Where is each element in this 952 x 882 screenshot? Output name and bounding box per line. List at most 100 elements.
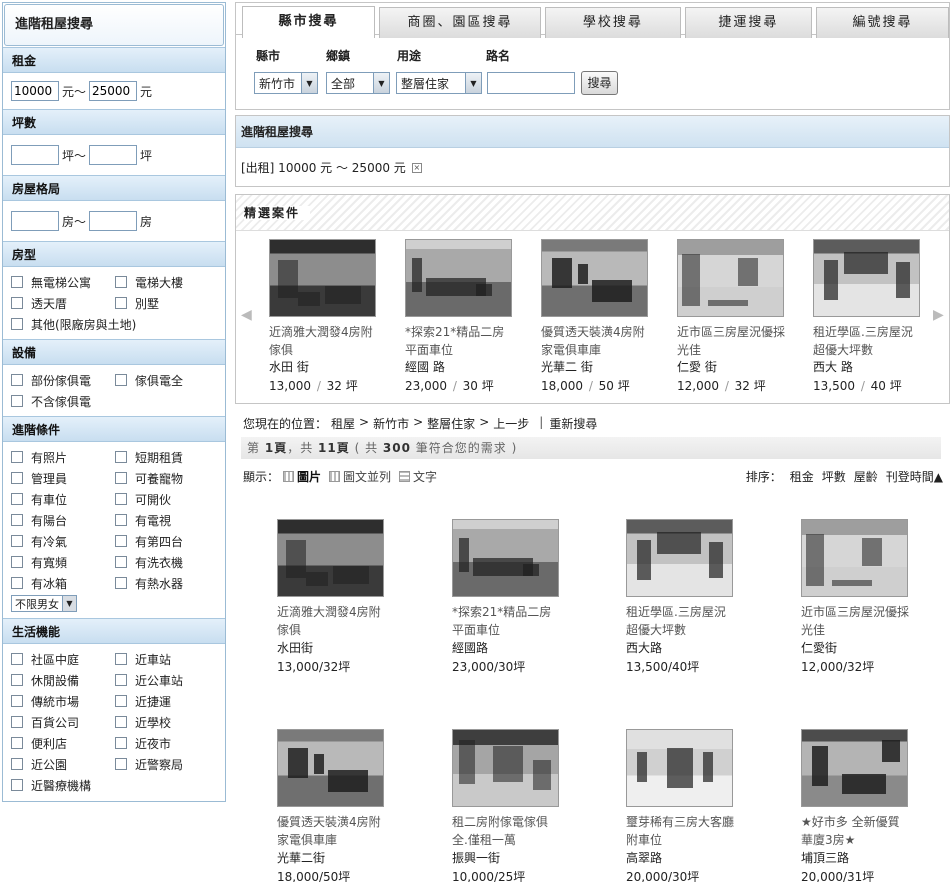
filter-checkbox[interactable]: 近夜市 — [115, 734, 219, 752]
type-checkbox[interactable]: 透天厝 — [11, 294, 115, 312]
filter-checkbox[interactable]: 社區中庭 — [11, 650, 115, 668]
listing-photo[interactable] — [405, 239, 512, 317]
sort-date[interactable]: 刊登時間▲ — [886, 468, 943, 485]
listing-title-link[interactable]: 璽芽稀有三房大客廳附車位 — [626, 813, 736, 849]
filter-checkbox[interactable]: 有冷氣 — [11, 532, 115, 550]
remove-condition-icon[interactable]: × — [411, 162, 422, 173]
filter-checkbox[interactable]: 有寬頻 — [11, 553, 115, 571]
road-input[interactable] — [487, 72, 575, 94]
town-select[interactable]: 全部 ▼ — [326, 72, 390, 94]
rent-min-input[interactable] — [11, 81, 59, 101]
checkbox-icon[interactable] — [115, 493, 127, 505]
listing-card[interactable]: 租二房附傢電傢俱全.僅租一萬 振興一街 10,000/25坪 — [452, 729, 562, 882]
checkbox-icon[interactable] — [11, 514, 23, 526]
breadcrumb-item[interactable]: 新竹市 — [373, 415, 409, 432]
featured-title-link[interactable]: 近滴雅大潤發4房附傢俱 — [269, 323, 377, 359]
listing-photo[interactable] — [541, 239, 648, 317]
listing-card[interactable]: 優質透天裝潢4房附家電俱車庫 光華二街 18,000/50坪 — [277, 729, 387, 882]
checkbox-icon[interactable] — [11, 674, 23, 686]
county-select[interactable]: 新竹市 ▼ — [254, 72, 318, 94]
checkbox-icon[interactable] — [11, 556, 23, 568]
checkbox-icon[interactable] — [115, 535, 127, 547]
tab-school-search[interactable]: 學校搜尋 — [544, 7, 681, 38]
listing-photo[interactable] — [801, 729, 908, 807]
checkbox-icon[interactable] — [11, 493, 23, 505]
filter-checkbox[interactable]: 百貨公司 — [11, 713, 115, 731]
listing-photo[interactable] — [452, 519, 559, 597]
furniture-checkbox[interactable]: 傢俱電全 — [115, 371, 219, 389]
listing-photo[interactable] — [269, 239, 376, 317]
breadcrumb-back-link[interactable]: 上一步 — [493, 415, 529, 432]
checkbox-icon[interactable] — [11, 395, 23, 407]
filter-checkbox[interactable]: 有熱水器 — [115, 574, 219, 592]
breadcrumb-item[interactable]: 整層住家 — [427, 415, 475, 432]
listing-photo[interactable] — [626, 729, 733, 807]
checkbox-icon[interactable] — [11, 737, 23, 749]
view-mixed-option[interactable]: 圖文並列 — [329, 468, 391, 485]
filter-checkbox[interactable]: 可開伙 — [115, 490, 219, 508]
view-photo-option[interactable]: 圖片 — [283, 468, 321, 485]
view-text-option[interactable]: 文字 — [399, 468, 437, 485]
checkbox-icon[interactable] — [115, 758, 127, 770]
filter-checkbox[interactable]: 近公車站 — [115, 671, 219, 689]
featured-title-link[interactable]: 優質透天裝潢4房附家電俱車庫 — [541, 323, 649, 359]
checkbox-icon[interactable] — [11, 374, 23, 386]
listing-photo[interactable] — [813, 239, 920, 317]
listing-title-link[interactable]: 近市區三房屋況優採光佳 — [801, 603, 911, 639]
chevron-right-icon[interactable]: ▶ — [933, 307, 944, 323]
rent-max-input[interactable] — [89, 81, 138, 101]
featured-card[interactable]: 近市區三房屋況優採光佳 仁愛 街 12,000 / 32 坪 — [677, 239, 785, 396]
filter-checkbox[interactable]: 有電視 — [115, 511, 219, 529]
checkbox-icon[interactable] — [115, 577, 127, 589]
listing-title-link[interactable]: *探索21*精品二房平面車位 — [452, 603, 562, 639]
listing-card[interactable]: 租近學區.三房屋況超優大坪數 西大路 13,500/40坪 — [626, 519, 736, 677]
listing-title-link[interactable]: 租近學區.三房屋況超優大坪數 — [626, 603, 736, 639]
checkbox-icon[interactable] — [115, 297, 127, 309]
listing-photo[interactable] — [277, 519, 384, 597]
filter-checkbox[interactable]: 近醫療機構 — [11, 776, 219, 794]
rooms-max-input[interactable] — [89, 211, 138, 231]
featured-card[interactable]: *探索21*精品二房平面車位 經國 路 23,000 / 30 坪 — [405, 239, 513, 396]
checkbox-icon[interactable] — [115, 374, 127, 386]
listing-title-link[interactable]: 優質透天裝潢4房附家電俱車庫 — [277, 813, 387, 849]
listing-photo[interactable] — [452, 729, 559, 807]
featured-card[interactable]: 租近學區.三房屋況超優大坪數 西大 路 13,500 / 40 坪 — [813, 239, 921, 396]
checkbox-icon[interactable] — [115, 556, 127, 568]
filter-checkbox[interactable]: 近車站 — [115, 650, 219, 668]
featured-title-link[interactable]: 租近學區.三房屋況超優大坪數 — [813, 323, 921, 359]
checkbox-icon[interactable] — [115, 514, 127, 526]
filter-checkbox[interactable]: 有第四台 — [115, 532, 219, 550]
type-checkbox[interactable]: 別墅 — [115, 294, 219, 312]
furniture-checkbox[interactable]: 不含傢俱電 — [11, 392, 219, 410]
sort-area[interactable]: 坪數 — [822, 468, 846, 485]
featured-title-link[interactable]: 近市區三房屋況優採光佳 — [677, 323, 785, 359]
checkbox-icon[interactable] — [11, 779, 23, 791]
area-max-input[interactable] — [89, 145, 138, 165]
checkbox-icon[interactable] — [115, 674, 127, 686]
listing-title-link[interactable]: ★好市多 全新優質華廈3房★ — [801, 813, 911, 849]
filter-checkbox[interactable]: 有洗衣機 — [115, 553, 219, 571]
type-checkbox[interactable]: 電梯大樓 — [115, 273, 219, 291]
listing-card[interactable]: 璽芽稀有三房大客廳附車位 高翠路 20,000/30坪 — [626, 729, 736, 882]
featured-title-link[interactable]: *探索21*精品二房平面車位 — [405, 323, 513, 359]
tab-id-search[interactable]: 編號搜尋 — [815, 7, 949, 38]
checkbox-icon[interactable] — [115, 451, 127, 463]
checkbox-icon[interactable] — [11, 758, 23, 770]
usage-select[interactable]: 整層住家 ▼ — [396, 72, 482, 94]
checkbox-icon[interactable] — [115, 716, 127, 728]
area-min-input[interactable] — [11, 145, 59, 165]
checkbox-icon[interactable] — [115, 695, 127, 707]
type-checkbox[interactable]: 無電梯公寓 — [11, 273, 115, 291]
sort-age[interactable]: 屋齡 — [854, 468, 878, 485]
listing-photo[interactable] — [626, 519, 733, 597]
checkbox-icon[interactable] — [11, 297, 23, 309]
furniture-checkbox[interactable]: 部份傢俱電 — [11, 371, 115, 389]
checkbox-icon[interactable] — [11, 276, 23, 288]
filter-checkbox[interactable]: 近公園 — [11, 755, 115, 773]
filter-checkbox[interactable]: 有冰箱 — [11, 574, 115, 592]
rooms-min-input[interactable] — [11, 211, 59, 231]
checkbox-icon[interactable] — [115, 737, 127, 749]
listing-card[interactable]: ★好市多 全新優質華廈3房★ 埔頂三路 20,000/31坪 — [801, 729, 911, 882]
gender-select[interactable]: 不限男女 ▼ — [11, 595, 77, 612]
filter-checkbox[interactable]: 可養寵物 — [115, 469, 219, 487]
